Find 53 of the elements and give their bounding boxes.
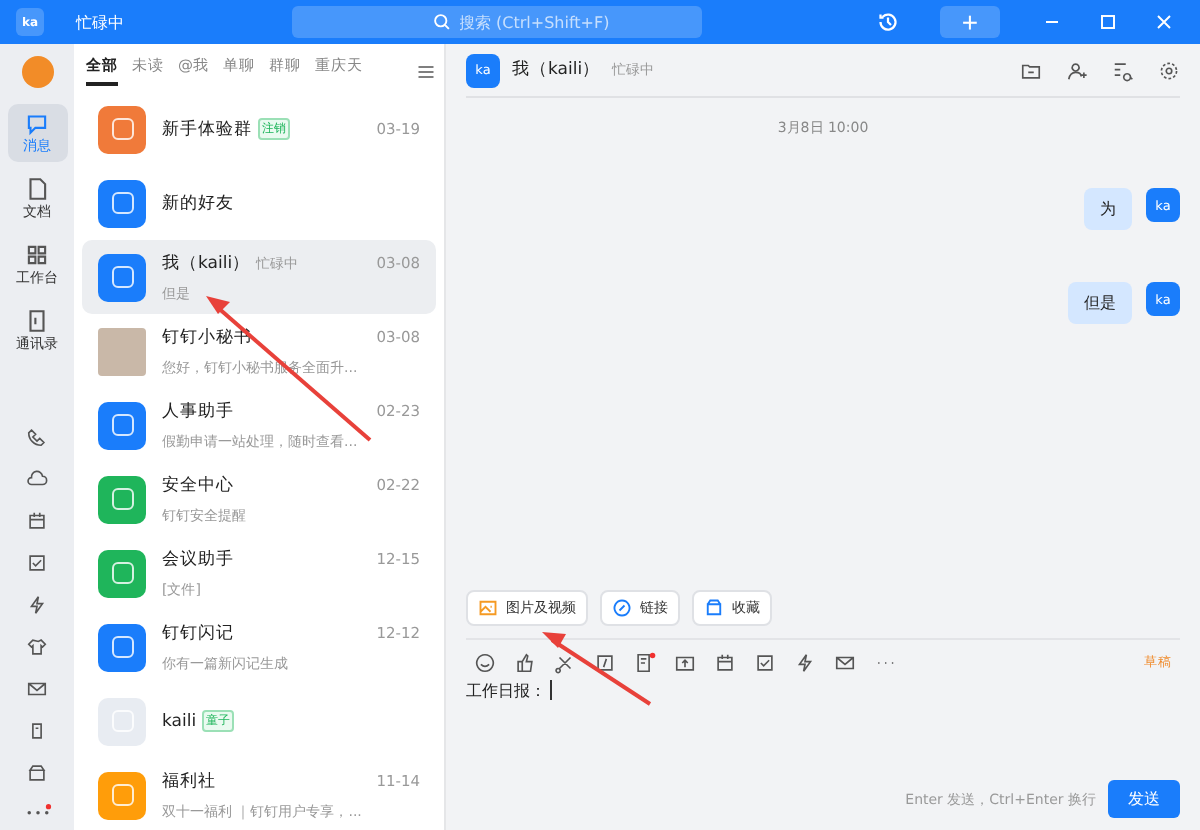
history-icon[interactable] — [876, 10, 900, 34]
checkbox-icon[interactable] — [26, 552, 48, 574]
emoji-icon[interactable] — [474, 652, 496, 674]
menu-icon[interactable] — [416, 61, 436, 81]
conversation-name: 我（kaili） — [162, 251, 251, 275]
conversation-name: 钉钉闪记 — [162, 621, 234, 645]
conversation-name: 安全中心 — [162, 473, 234, 497]
search-icon[interactable] — [1112, 59, 1134, 81]
more-icon[interactable] — [23, 804, 51, 818]
grid-icon — [24, 242, 50, 268]
conversation-name: 新手体验群 — [162, 117, 252, 141]
shirt-icon[interactable] — [26, 636, 48, 658]
message-bubble: 但是 — [1068, 282, 1132, 324]
box-icon[interactable] — [26, 762, 48, 784]
annotation-arrow — [542, 632, 652, 706]
message-bubble: 为 — [1084, 188, 1132, 230]
conversation-name: 会议助手 — [162, 547, 234, 571]
contacts-icon — [24, 308, 50, 334]
lightning-icon[interactable] — [794, 652, 816, 674]
close-icon[interactable] — [1152, 10, 1176, 34]
phone-icon[interactable] — [26, 426, 48, 448]
chat-title: 我（kaili） — [512, 58, 601, 82]
chat-icon — [24, 110, 50, 136]
thumbs-up-icon[interactable] — [514, 652, 536, 674]
status-label[interactable]: 忙碌中 — [76, 11, 124, 33]
search-icon — [431, 12, 451, 32]
slash-icon[interactable] — [594, 652, 616, 674]
document-icon[interactable] — [634, 652, 656, 674]
conversation-name: kaili — [162, 711, 197, 731]
message-input[interactable]: 工作日报： — [466, 680, 1180, 780]
calendar-icon[interactable] — [26, 510, 48, 532]
upload-icon[interactable] — [674, 652, 696, 674]
mail-icon[interactable] — [834, 652, 856, 674]
conversation-name: 福利社 — [162, 769, 216, 793]
settings-icon[interactable] — [1158, 59, 1180, 81]
add-person-icon[interactable] — [1066, 59, 1088, 81]
document-icon[interactable] — [26, 720, 48, 742]
conversation-name: 人事助手 — [162, 399, 234, 423]
folder-icon[interactable] — [1020, 59, 1042, 81]
maximize-icon[interactable] — [1096, 10, 1120, 34]
checkbox-icon[interactable] — [754, 652, 776, 674]
send-button[interactable]: 发送 — [1108, 780, 1180, 818]
lightning-icon[interactable] — [26, 594, 48, 616]
scissors-icon[interactable] — [554, 652, 576, 674]
calendar-icon[interactable] — [714, 652, 736, 674]
link-icon — [612, 598, 632, 618]
conversation-item[interactable]: 新的好友 — [82, 166, 436, 240]
document-icon — [24, 176, 50, 202]
cloud-icon[interactable] — [26, 468, 48, 490]
conversation-name: 新的好友 — [162, 191, 234, 215]
image-icon — [478, 598, 498, 618]
box-icon — [704, 598, 724, 618]
mail-icon[interactable] — [26, 678, 48, 700]
